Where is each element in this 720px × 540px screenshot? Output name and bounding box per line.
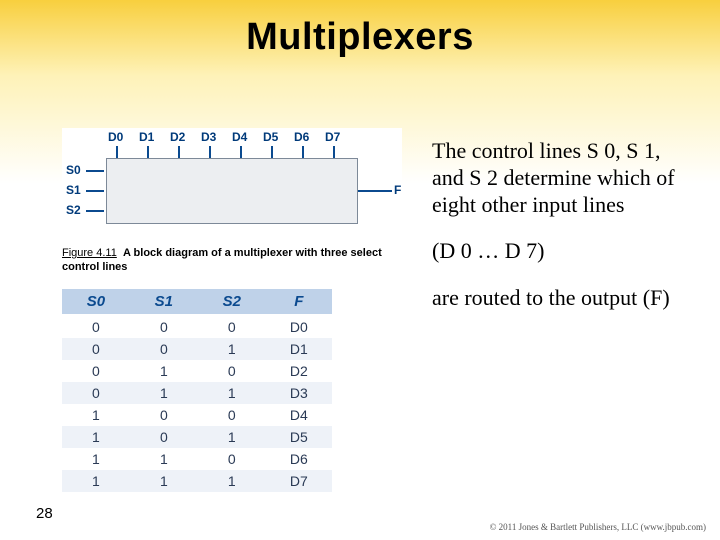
table-cell: 1 xyxy=(198,426,266,448)
table-row: 111D7 xyxy=(62,470,332,492)
table-cell: 0 xyxy=(130,404,198,426)
table-cell: 0 xyxy=(198,404,266,426)
table-row: 011D3 xyxy=(62,382,332,404)
table-row: 100D4 xyxy=(62,404,332,426)
body-text: The control lines S 0, S 1, and S 2 dete… xyxy=(432,138,692,332)
body-paragraph-1: The control lines S 0, S 1, and S 2 dete… xyxy=(432,138,692,218)
table-cell: 0 xyxy=(62,338,130,360)
table-cell: 1 xyxy=(62,448,130,470)
table-cell: D5 xyxy=(266,426,332,448)
truth-table: S0S1S2F 000D0001D1010D2011D3100D4101D511… xyxy=(62,289,332,492)
table-cell: 1 xyxy=(198,470,266,492)
table-cell: 1 xyxy=(62,404,130,426)
figure-number: Figure 4.11 xyxy=(62,247,117,259)
table-cell: 0 xyxy=(198,360,266,382)
data-input-label: D2 xyxy=(170,130,185,144)
table-cell: 1 xyxy=(198,338,266,360)
slide-title: Multiplexers xyxy=(0,16,720,59)
table-cell: 1 xyxy=(130,382,198,404)
table-cell: 0 xyxy=(130,315,198,338)
table-cell: 0 xyxy=(62,382,130,404)
table-header-cell: F xyxy=(266,289,332,315)
output-label: F xyxy=(394,183,401,197)
table-cell: 1 xyxy=(62,470,130,492)
table-cell: 0 xyxy=(62,315,130,338)
table-row: 110D6 xyxy=(62,448,332,470)
table-cell: D2 xyxy=(266,360,332,382)
mux-body xyxy=(106,158,358,224)
body-paragraph-3: are routed to the output (F) xyxy=(432,285,692,312)
table-cell: D1 xyxy=(266,338,332,360)
data-input-label: D0 xyxy=(108,130,123,144)
table-header-cell: S1 xyxy=(130,289,198,315)
output-wire xyxy=(358,190,392,192)
data-input-wire xyxy=(147,146,149,158)
select-input-label: S1 xyxy=(66,183,81,197)
data-input-label: D3 xyxy=(201,130,216,144)
figure-caption: Figure 4.11 A block diagram of a multipl… xyxy=(62,246,392,275)
data-input-label: D1 xyxy=(139,130,154,144)
table-cell: 1 xyxy=(198,382,266,404)
data-input-wire xyxy=(116,146,118,158)
table-cell: 1 xyxy=(130,470,198,492)
table-row: 010D2 xyxy=(62,360,332,382)
select-input-wire xyxy=(86,170,104,172)
table-cell: 0 xyxy=(130,426,198,448)
table-cell: D6 xyxy=(266,448,332,470)
data-input-label: D7 xyxy=(325,130,340,144)
table-cell: 1 xyxy=(62,426,130,448)
data-input-wire xyxy=(240,146,242,158)
table-cell: 1 xyxy=(130,448,198,470)
data-input-label: D4 xyxy=(232,130,247,144)
left-column: F D0D1D2D3D4D5D6D7 S0S1S2 Figure 4.11 A … xyxy=(62,128,402,492)
table-cell: D4 xyxy=(266,404,332,426)
data-input-label: D5 xyxy=(263,130,278,144)
data-input-label: D6 xyxy=(294,130,309,144)
table-cell: 0 xyxy=(130,338,198,360)
table-cell: D3 xyxy=(266,382,332,404)
table-cell: 0 xyxy=(198,448,266,470)
table-row: 001D1 xyxy=(62,338,332,360)
select-input-wire xyxy=(86,210,104,212)
data-input-wire xyxy=(333,146,335,158)
copyright-text: © 2011 Jones & Bartlett Publishers, LLC … xyxy=(490,522,706,532)
data-input-wire xyxy=(209,146,211,158)
table-cell: 0 xyxy=(198,315,266,338)
data-input-wire xyxy=(271,146,273,158)
data-input-wire xyxy=(178,146,180,158)
select-input-label: S2 xyxy=(66,203,81,217)
select-input-wire xyxy=(86,190,104,192)
table-cell: 1 xyxy=(130,360,198,382)
table-header-cell: S2 xyxy=(198,289,266,315)
table-row: 000D0 xyxy=(62,315,332,338)
body-paragraph-2: (D 0 … D 7) xyxy=(432,238,692,265)
table-header-cell: S0 xyxy=(62,289,130,315)
table-row: 101D5 xyxy=(62,426,332,448)
table-cell: D0 xyxy=(266,315,332,338)
select-input-label: S0 xyxy=(66,163,81,177)
data-input-wire xyxy=(302,146,304,158)
table-cell: D7 xyxy=(266,470,332,492)
slide-number: 28 xyxy=(36,505,53,522)
table-cell: 0 xyxy=(62,360,130,382)
mux-block-diagram: F D0 D1 D2 D3 D4 D5 D6 D7 S0 S1 S2 xyxy=(62,128,402,238)
